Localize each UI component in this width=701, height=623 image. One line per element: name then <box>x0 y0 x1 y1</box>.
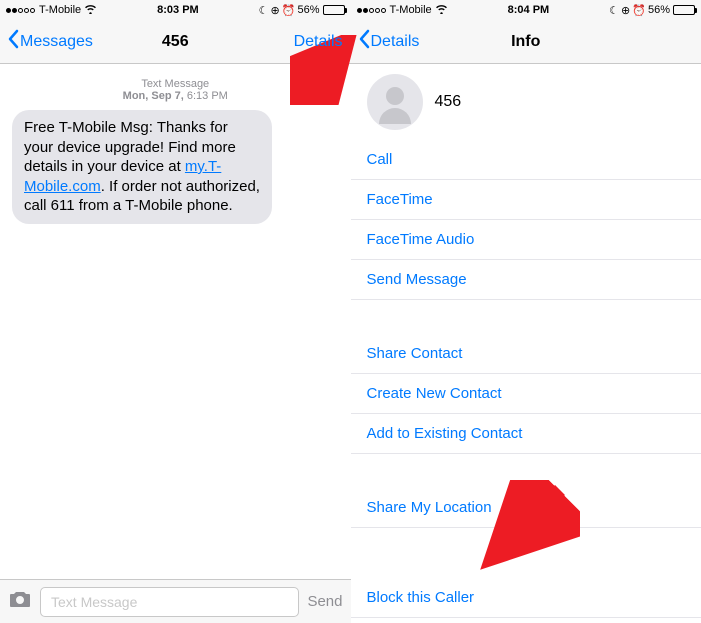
status-bar: T-Mobile 8:03 PM ☾ ⊕ ⏰ 56% <box>0 0 351 20</box>
chevron-left-icon <box>8 29 20 54</box>
wifi-icon <box>84 4 97 17</box>
back-button[interactable]: Details <box>359 29 420 54</box>
alarm-icon: ⏰ <box>282 4 296 17</box>
message-bubble[interactable]: Free T-Mobile Msg: Thanks for your devic… <box>12 110 272 224</box>
messages-conversation-pane: T-Mobile 8:03 PM ☾ ⊕ ⏰ 56% Messages 456 … <box>0 0 351 623</box>
contact-info-pane: T-Mobile 8:04 PM ☾ ⊕ ⏰ 56% Details Info <box>351 0 701 623</box>
avatar <box>367 74 423 130</box>
action-group-block: Block this Caller <box>351 578 701 618</box>
status-bar: T-Mobile 8:04 PM ☾ ⊕ ⏰ 56% <box>351 0 701 20</box>
chevron-left-icon <box>359 29 371 54</box>
nav-bar: Messages 456 Details <box>0 20 351 64</box>
action-facetime[interactable]: FaceTime <box>351 180 701 220</box>
back-label: Messages <box>20 33 93 51</box>
camera-icon[interactable] <box>8 589 32 615</box>
message-input[interactable] <box>40 587 299 617</box>
battery-icon <box>323 5 345 15</box>
action-create-new-contact[interactable]: Create New Contact <box>351 374 701 414</box>
status-right: ☾ ⊕ ⏰ 56% <box>609 4 695 17</box>
action-add-existing-contact[interactable]: Add to Existing Contact <box>351 414 701 454</box>
clock: 8:04 PM <box>508 4 550 16</box>
send-button[interactable]: Send <box>307 593 342 610</box>
action-group-communicate: Call FaceTime FaceTime Audio Send Messag… <box>351 140 701 300</box>
action-share-contact[interactable]: Share Contact <box>351 334 701 374</box>
status-left: T-Mobile <box>357 4 448 17</box>
message-timestamp: Text Message Mon, Sep 7, 6:13 PM <box>0 78 351 102</box>
status-left: T-Mobile <box>6 4 97 17</box>
alarm-icon: ⏰ <box>632 4 646 17</box>
conversation-body: Text Message Mon, Sep 7, 6:13 PM Free T-… <box>0 64 351 579</box>
action-call[interactable]: Call <box>351 140 701 180</box>
signal-strength-icon <box>357 8 386 13</box>
contact-header: 456 <box>351 64 701 140</box>
action-send-message[interactable]: Send Message <box>351 260 701 300</box>
action-block-caller[interactable]: Block this Caller <box>351 578 701 618</box>
status-right: ☾ ⊕ ⏰ 56% <box>259 4 345 17</box>
carrier-label: T-Mobile <box>390 4 432 16</box>
back-label: Details <box>371 33 420 51</box>
signal-strength-icon <box>6 8 35 13</box>
lock-icon: ⊕ <box>271 4 280 17</box>
message-row: Free T-Mobile Msg: Thanks for your devic… <box>0 104 351 230</box>
compose-bar: Send <box>0 579 351 623</box>
action-share-location[interactable]: Share My Location <box>351 488 701 528</box>
moon-icon: ☾ <box>259 4 269 17</box>
carrier-label: T-Mobile <box>39 4 81 16</box>
action-group-location: Share My Location <box>351 488 701 528</box>
details-button[interactable]: Details <box>294 33 343 51</box>
contact-name: 456 <box>435 93 462 111</box>
nav-bar: Details Info <box>351 20 701 64</box>
action-facetime-audio[interactable]: FaceTime Audio <box>351 220 701 260</box>
battery-percent: 56% <box>297 4 319 16</box>
back-button[interactable]: Messages <box>8 29 93 54</box>
wifi-icon <box>435 4 448 17</box>
lock-icon: ⊕ <box>621 4 630 17</box>
action-group-contact: Share Contact Create New Contact Add to … <box>351 334 701 454</box>
battery-icon <box>673 5 695 15</box>
clock: 8:03 PM <box>157 4 199 16</box>
moon-icon: ☾ <box>609 4 619 17</box>
battery-percent: 56% <box>648 4 670 16</box>
